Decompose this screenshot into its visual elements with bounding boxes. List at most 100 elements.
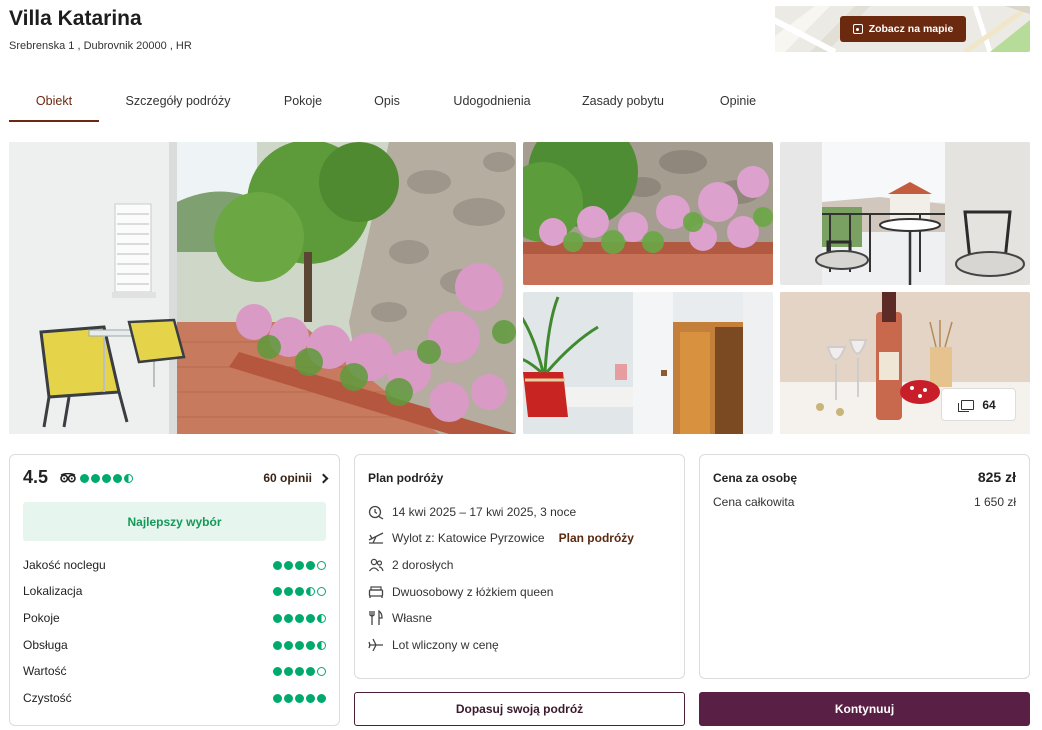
tab-amenities[interactable]: Udogodnienia <box>446 83 538 122</box>
section-tabs: Obiekt Szczegóły podróży Pokoje Opis Udo… <box>9 83 1030 122</box>
trip-guests-row: 2 dorosłych <box>368 557 453 573</box>
trip-room: Dwuosobowy z łóżkiem queen <box>392 585 554 599</box>
price-per-person: 825 zł <box>977 469 1016 485</box>
trip-flight: Lot wliczony w cenę <box>392 638 499 652</box>
trip-departure-row: Wylot z: Katowice Pyrzowice Plan podróży <box>368 530 634 546</box>
rating-bubbles <box>273 613 326 623</box>
rating-bubble <box>273 586 282 596</box>
tab-house-rules[interactable]: Zasady pobytu <box>575 83 671 122</box>
hotel-address: Srebrenska 1 , Dubrovnik 20000 , HR <box>9 40 192 52</box>
rating-bubble <box>317 666 326 676</box>
rating-row-cleanliness: Czystość <box>23 690 326 706</box>
rating-bubble <box>317 613 326 623</box>
rating-bubble <box>295 693 304 703</box>
rating-row-service: Obsługa <box>23 637 326 653</box>
overall-score: 4.5 <box>23 467 49 487</box>
customize-trip-button[interactable]: Dopasuj swoją podróż <box>354 692 685 726</box>
photo-hydrangeas[interactable] <box>523 142 773 285</box>
rating-bubble <box>284 640 293 650</box>
photo-welcome-wine[interactable]: 64 <box>780 292 1030 434</box>
rating-bubble <box>306 666 315 676</box>
trip-plan-link[interactable]: Plan podróży <box>559 531 634 545</box>
rating-bubble <box>91 474 100 483</box>
plane-departure-icon <box>368 530 384 546</box>
gallery-icon <box>958 399 975 412</box>
rating-bubble <box>273 560 282 570</box>
rating-bubble <box>273 640 282 650</box>
rating-bubble <box>306 560 315 570</box>
show-on-map-button[interactable]: Zobacz na mapie <box>840 16 966 42</box>
tab-rooms[interactable]: Pokoje <box>274 83 332 122</box>
price-total-label: Cena całkowita <box>713 495 795 509</box>
rating-bubble <box>306 613 315 623</box>
rating-bubble <box>273 693 282 703</box>
photo-interior-plant[interactable] <box>523 292 773 434</box>
rating-bubbles <box>273 640 326 650</box>
rating-bubble <box>317 560 326 570</box>
rating-bubble <box>295 586 304 596</box>
rating-bubble <box>317 640 326 650</box>
rating-bubble <box>284 613 293 623</box>
rating-bubble <box>124 474 133 483</box>
rating-row-location: Lokalizacja <box>23 583 326 599</box>
trip-guests: 2 dorosłych <box>392 558 454 572</box>
rating-bubble <box>273 666 282 676</box>
continue-button[interactable]: Kontynuuj <box>699 692 1030 726</box>
rating-bubble <box>306 693 315 703</box>
tab-description[interactable]: Opis <box>365 83 409 122</box>
tab-reviews[interactable]: Opinie <box>710 83 766 122</box>
rating-row-quality: Jakość noclegu <box>23 557 326 573</box>
rating-label: Wartość <box>23 664 67 678</box>
photo-count-button[interactable]: 64 <box>941 388 1016 421</box>
rating-bubbles <box>273 586 326 596</box>
guests-icon <box>368 557 384 573</box>
rating-row-rooms: Pokoje <box>23 610 326 626</box>
rating-bubble <box>113 474 122 483</box>
trip-board: Własne <box>392 611 433 625</box>
rating-bubble <box>306 586 315 596</box>
main-photo-terrace[interactable] <box>9 142 516 434</box>
rating-bubble <box>295 666 304 676</box>
tripadvisor-icon <box>60 473 76 483</box>
photo-balcony[interactable] <box>780 142 1030 285</box>
rating-bubbles <box>273 666 326 676</box>
best-choice-badge: Najlepszy wybór <box>23 502 326 541</box>
tab-obiekt[interactable]: Obiekt <box>9 83 99 122</box>
ratings-card: 4.5 60 opinii Najlepszy wybór Jakość noc… <box>9 454 340 726</box>
show-on-map-label: Zobacz na mapie <box>868 23 954 35</box>
plane-icon <box>368 637 384 653</box>
bed-icon <box>368 584 384 600</box>
rating-bubble <box>284 666 293 676</box>
rating-bubble <box>317 693 326 703</box>
trip-room-row: Dwuosobowy z łóżkiem queen <box>368 584 553 600</box>
rating-label: Czystość <box>23 691 72 705</box>
rating-bubble <box>295 640 304 650</box>
reviews-link[interactable]: 60 opinii <box>263 471 329 485</box>
hotel-name: Villa Katarina <box>9 7 142 30</box>
rating-bubble <box>317 586 326 596</box>
price-total: 1 650 zł <box>973 495 1016 509</box>
rating-bubble <box>284 693 293 703</box>
rating-bubble <box>284 586 293 596</box>
tab-trip-details[interactable]: Szczegóły podróży <box>113 83 243 122</box>
rating-bubble <box>80 474 89 483</box>
rating-label: Obsługa <box>23 638 68 652</box>
price-per-person-label: Cena za osobę <box>713 471 798 485</box>
rating-label: Jakość noclegu <box>23 558 106 572</box>
map-preview[interactable]: Zobacz na mapie <box>775 6 1030 52</box>
rating-bubble <box>284 560 293 570</box>
trip-departure: Wylot z: Katowice Pyrzowice <box>392 531 545 545</box>
rating-bubble <box>295 560 304 570</box>
price-card: Cena za osobę 825 zł Cena całkowita 1 65… <box>699 454 1030 679</box>
calendar-plane-icon <box>368 504 384 520</box>
rating-bubble <box>306 640 315 650</box>
rating-bubble <box>102 474 111 483</box>
trip-flight-row: Lot wliczony w cenę <box>368 637 499 653</box>
rating-bubble <box>295 613 304 623</box>
rating-bubbles <box>273 693 326 703</box>
rating-bubbles <box>273 560 326 570</box>
chevron-right-icon <box>318 473 329 483</box>
cutlery-icon <box>368 610 384 626</box>
trip-dates: 14 kwi 2025 – 17 kwi 2025, 3 noce <box>392 505 577 519</box>
rating-bubble <box>273 613 282 623</box>
